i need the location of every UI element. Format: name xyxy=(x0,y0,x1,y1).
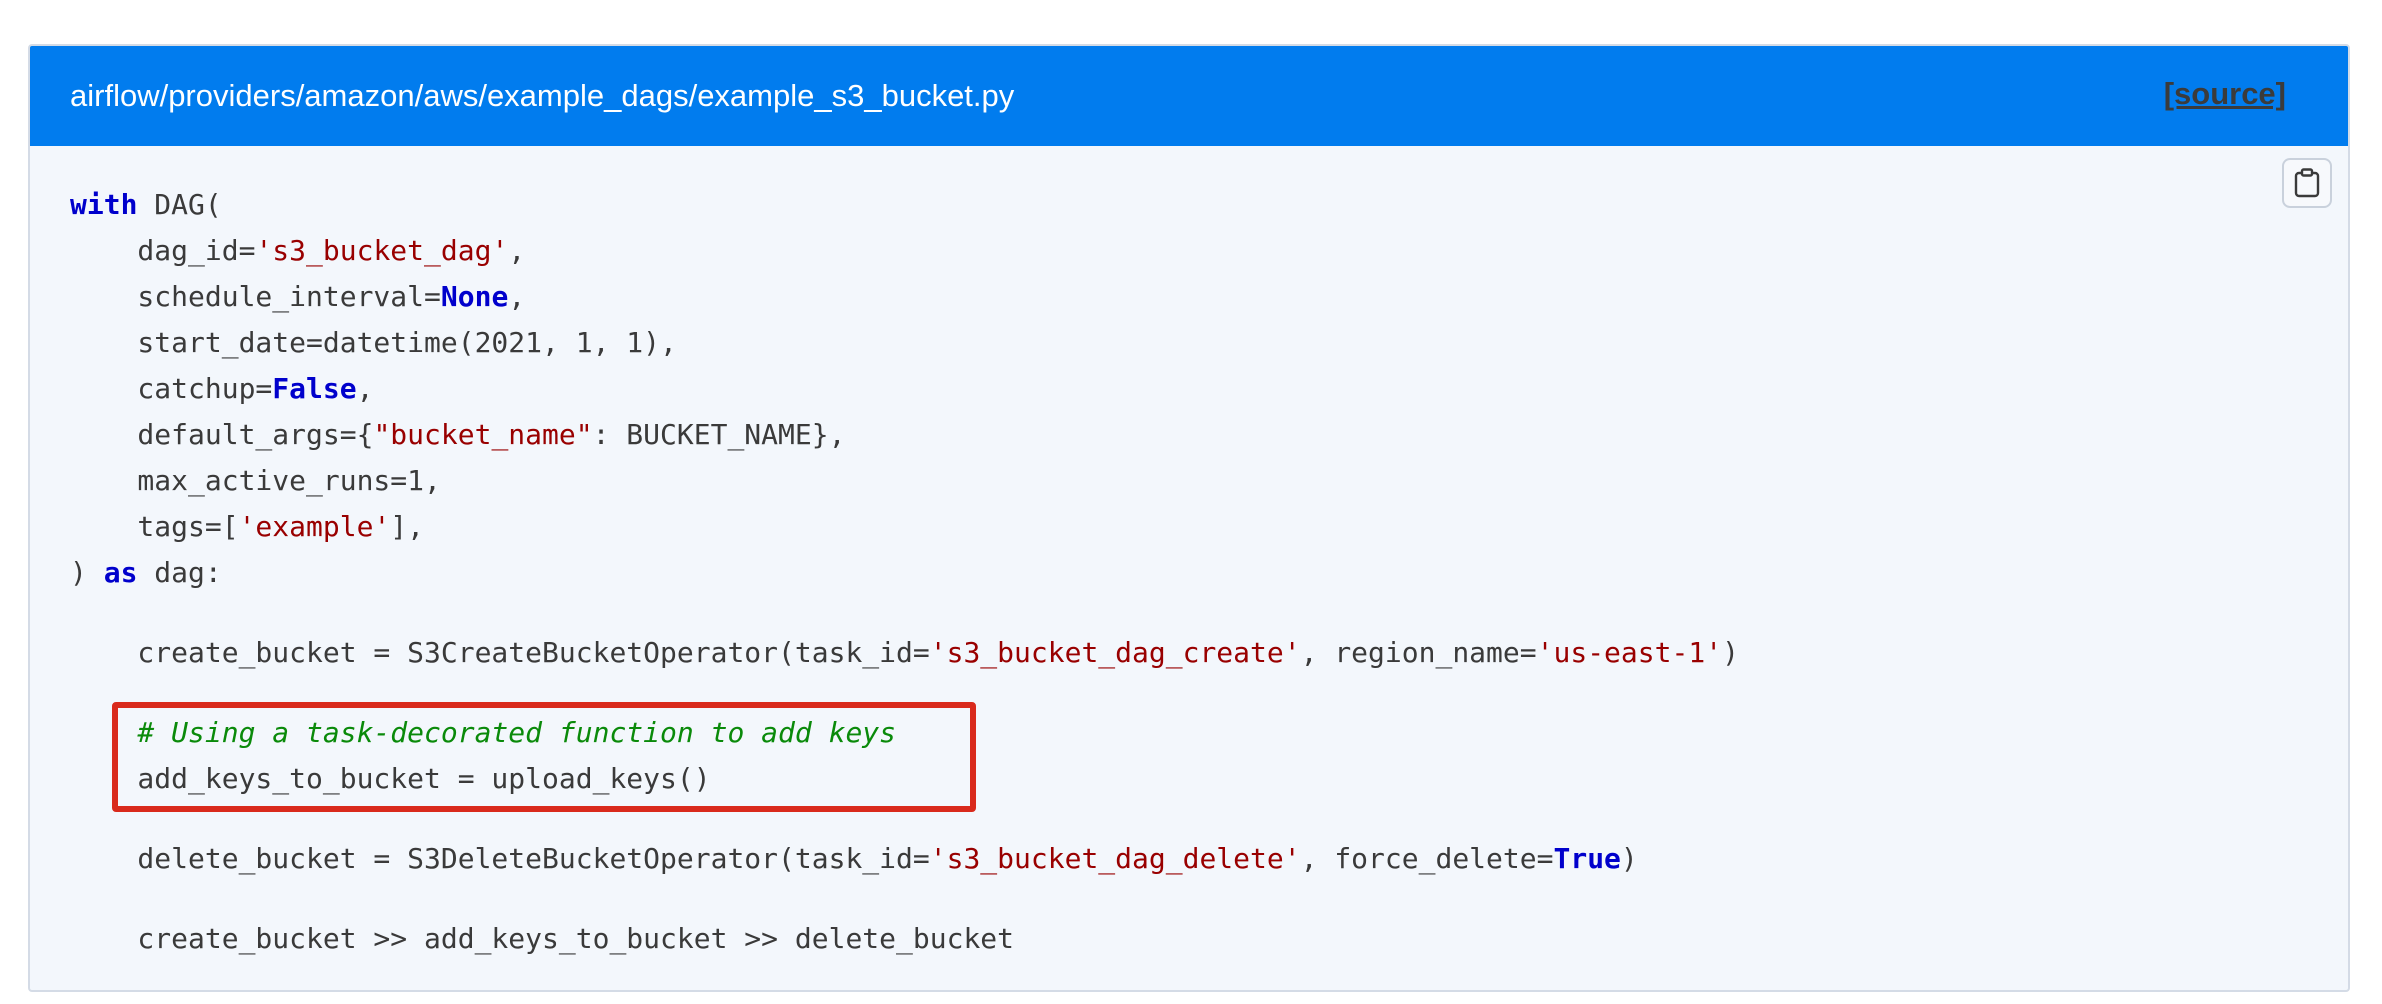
keyword-token: True xyxy=(1553,842,1621,875)
code-token: , force_delete= xyxy=(1300,842,1554,875)
code-token: create_bucket = S3CreateBucketOperator(t… xyxy=(70,636,930,669)
source-link[interactable]: [source] xyxy=(2164,74,2286,114)
code-token: , xyxy=(508,234,526,267)
code-block: airflow/providers/amazon/aws/example_dag… xyxy=(28,44,2350,992)
code-line: default_args={"bucket_name": BUCKET_NAME… xyxy=(70,412,2258,458)
code-token: dag: xyxy=(137,556,222,589)
copy-code-button[interactable] xyxy=(2282,158,2332,208)
keyword-token: False xyxy=(272,372,357,405)
code-token: DAG( xyxy=(137,188,222,221)
code-token: ) xyxy=(1722,636,1739,669)
code-token: ) xyxy=(70,556,104,589)
code-line: delete_bucket = S3DeleteBucketOperator(t… xyxy=(70,836,2258,882)
clipboard-icon xyxy=(2294,168,2320,198)
code-token: , xyxy=(508,280,526,313)
code-caption-bar: airflow/providers/amazon/aws/example_dag… xyxy=(30,46,2348,146)
code-line: add_keys_to_bucket = upload_keys() xyxy=(70,756,2258,802)
code-token: , region_name= xyxy=(1300,636,1537,669)
code-token: delete_bucket = S3DeleteBucketOperator(t… xyxy=(70,842,930,875)
code-token: dag_id= xyxy=(70,234,256,267)
string-token: 's3_bucket_dag' xyxy=(255,234,509,267)
code-line: tags=['example'], xyxy=(70,504,2258,550)
code-line: start_date=datetime(2021, 1, 1), xyxy=(70,320,2258,366)
code-line: with DAG( xyxy=(70,182,2258,228)
keyword-token: with xyxy=(70,188,138,221)
code-line: schedule_interval=None, xyxy=(70,274,2258,320)
keyword-token: None xyxy=(440,280,509,313)
code-token: default_args={ xyxy=(70,418,374,451)
code-line: create_bucket = S3CreateBucketOperator(t… xyxy=(70,630,2258,676)
code-token: ) xyxy=(1620,842,1638,875)
string-token: 's3_bucket_dag_create' xyxy=(929,636,1301,669)
comment-token: # Using a task-decorated function to add… xyxy=(70,716,897,749)
code-token: , xyxy=(356,372,374,405)
string-token: "bucket_name" xyxy=(373,418,593,451)
string-token: 'example' xyxy=(238,510,391,543)
code-token: tags=[ xyxy=(70,510,239,543)
code-line: catchup=False, xyxy=(70,366,2258,412)
file-path-caption: airflow/providers/amazon/aws/example_dag… xyxy=(70,78,1015,113)
code-line: max_active_runs=1, xyxy=(70,458,2258,504)
code-token: schedule_interval= xyxy=(70,280,441,313)
code-token: ], xyxy=(390,510,425,543)
code-line: create_bucket >> add_keys_to_bucket >> d… xyxy=(70,916,2258,962)
string-token: 's3_bucket_dag_delete' xyxy=(929,842,1301,875)
code-token: catchup= xyxy=(70,372,273,405)
code-token: max_active_runs=1, xyxy=(70,464,441,497)
code-token: : BUCKET_NAME}, xyxy=(592,418,846,451)
code-token: create_bucket >> add_keys_to_bucket >> d… xyxy=(70,922,1015,955)
code-token: start_date=datetime(2021, 1, 1), xyxy=(70,326,677,359)
code-listing: with DAG( dag_id='s3_bucket_dag', schedu… xyxy=(70,182,2258,962)
code-line: ) as dag: xyxy=(70,550,2258,596)
keyword-token: as xyxy=(103,556,138,589)
code-token: add_keys_to_bucket = upload_keys() xyxy=(70,762,711,795)
code-line: # Using a task-decorated function to add… xyxy=(70,710,2258,756)
code-line: dag_id='s3_bucket_dag', xyxy=(70,228,2258,274)
string-token: 'us-east-1' xyxy=(1536,636,1723,669)
